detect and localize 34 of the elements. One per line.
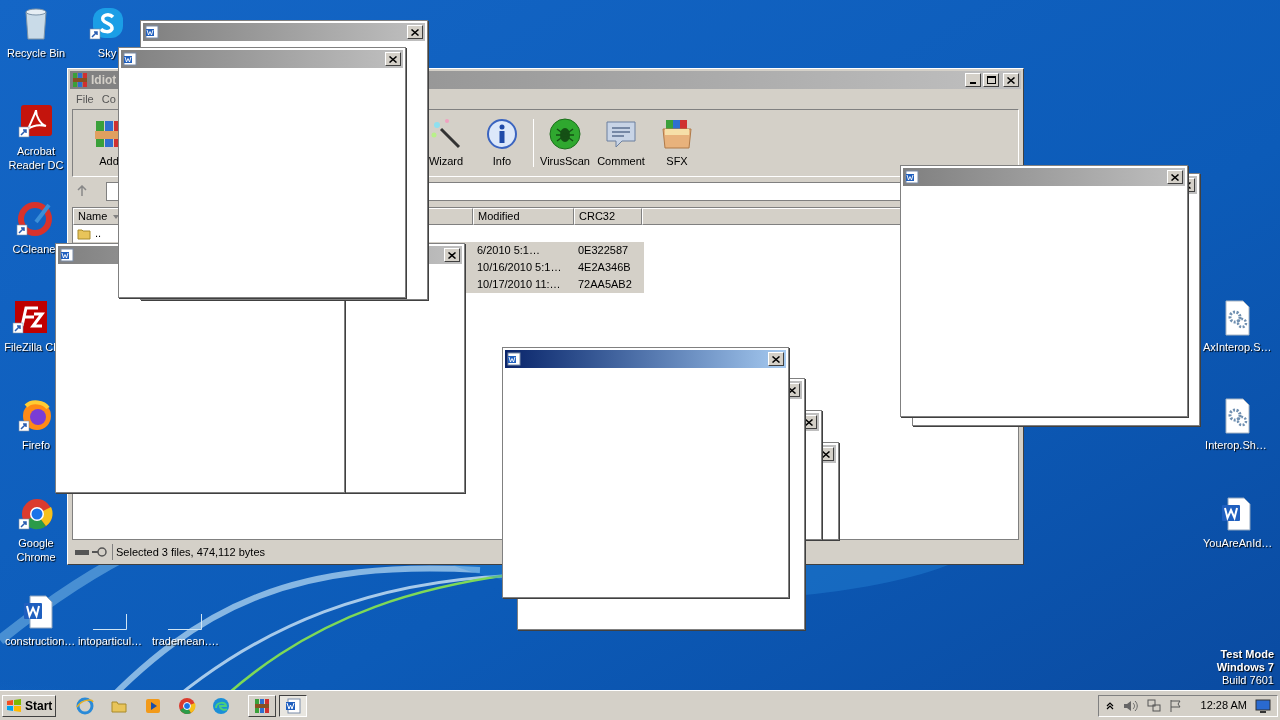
watermark-line: Build 7601 bbox=[1222, 674, 1274, 687]
icon-label[interactable]: AxInterop.S… bbox=[1203, 340, 1269, 354]
toolbar-button[interactable]: Info bbox=[474, 112, 530, 174]
column-header[interactable]: Modified bbox=[473, 208, 574, 225]
modified-cell-text: 10/17/2010 11:… bbox=[477, 277, 561, 293]
icon-label[interactable]: Acrobat Reader DC bbox=[3, 144, 69, 172]
modified-cell-text: 10/16/2010 5:1… bbox=[477, 260, 562, 276]
menu-item[interactable]: Co bbox=[101, 90, 116, 108]
crc-cell-text: 72AA5AB2 bbox=[578, 277, 632, 293]
watermark-line: Test Mode bbox=[1220, 648, 1274, 661]
toolbar-button[interactable]: SFX bbox=[649, 112, 705, 174]
start-button[interactable]: Start bbox=[2, 694, 57, 717]
icon-label[interactable]: FileZilla Cl bbox=[4, 340, 56, 354]
column-header[interactable]: CRC32 bbox=[574, 208, 642, 225]
icon-label[interactable]: Interop.Sh… bbox=[1205, 438, 1267, 452]
watermark-line: Windows 7 bbox=[1216, 661, 1274, 674]
icon-label[interactable]: Google Chrome bbox=[3, 536, 69, 564]
crc-cell-text: 0E322587 bbox=[578, 243, 629, 259]
crc-cell-text: 4E2A346B bbox=[578, 260, 631, 276]
icon-label[interactable]: trademean…. bbox=[152, 634, 218, 648]
icon-label[interactable]: Firefo bbox=[21, 438, 51, 452]
icon-label[interactable]: intoparticul… bbox=[77, 634, 143, 648]
file-name: .. bbox=[95, 226, 102, 242]
icon-label[interactable]: Sky bbox=[97, 46, 117, 60]
window-title: Idiot bbox=[91, 72, 117, 89]
icon-label[interactable]: CCleane bbox=[12, 242, 56, 256]
modified-cell-text: 6/2010 5:1… bbox=[477, 243, 540, 259]
icon-label[interactable]: Recycle Bin bbox=[6, 46, 66, 60]
toolbar-button[interactable]: VirusScan bbox=[537, 112, 593, 174]
menu-item[interactable]: File bbox=[76, 90, 94, 108]
clock[interactable]: 12:28 AM bbox=[1200, 697, 1247, 714]
status-text: Selected 3 files, 474,112 bytes bbox=[112, 543, 265, 561]
icon-label[interactable]: YouAreAnId… bbox=[1203, 536, 1269, 550]
toolbar-button[interactable]: Comment bbox=[593, 112, 649, 174]
